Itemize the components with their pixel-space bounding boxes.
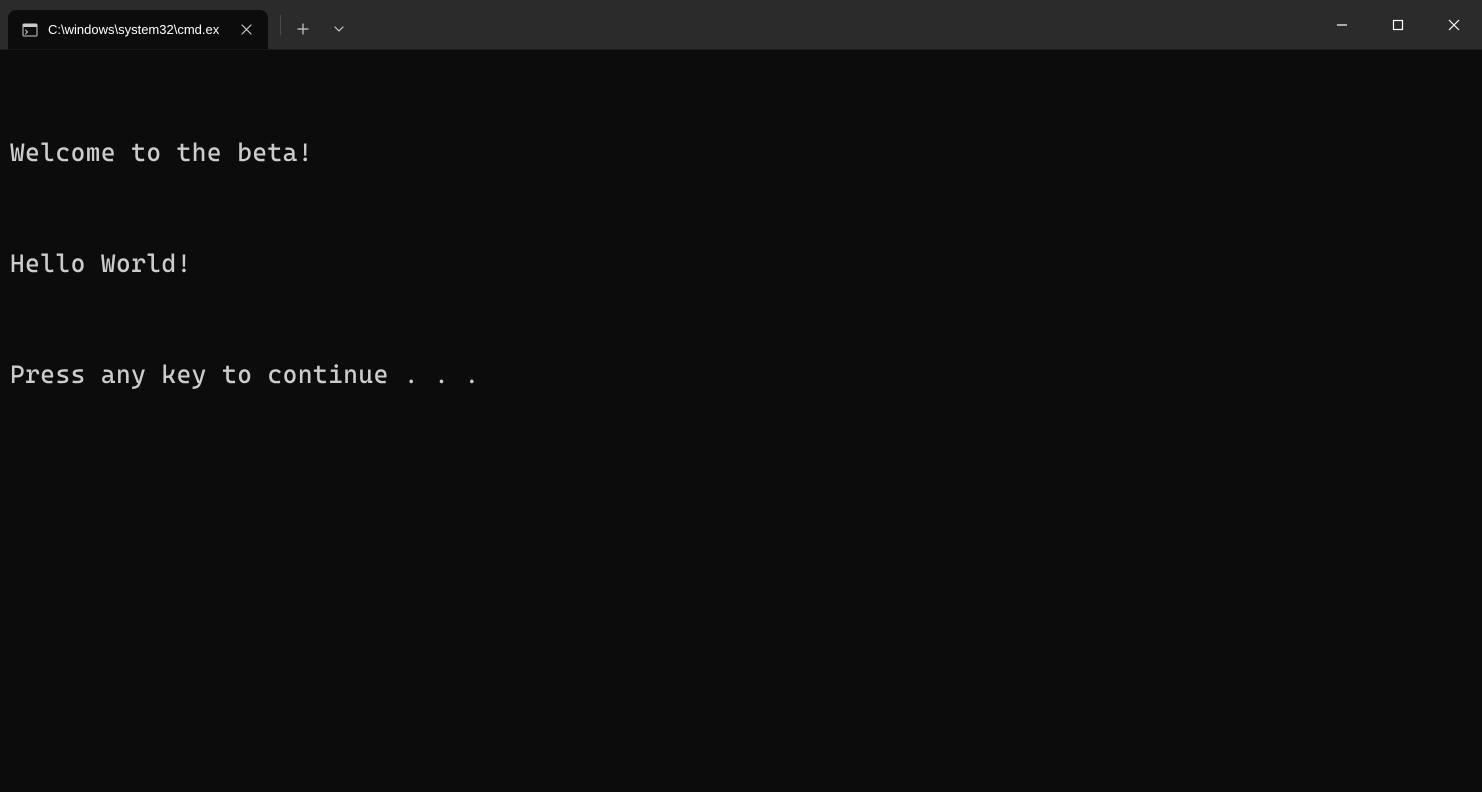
tab-close-button[interactable] [236,20,256,40]
minimize-button[interactable] [1314,5,1370,45]
terminal-line: Press any key to continue . . . [10,356,1472,393]
terminal-icon [22,22,38,38]
divider [280,15,281,35]
tab-dropdown-button[interactable] [321,11,357,47]
terminal-line: Hello World! [10,245,1472,282]
maximize-button[interactable] [1370,5,1426,45]
new-tab-button[interactable] [285,11,321,47]
tab-title: C:\windows\system32\cmd.ex [48,22,226,37]
titlebar: C:\windows\system32\cmd.ex [0,0,1482,50]
terminal-line: Welcome to the beta! [10,134,1472,171]
titlebar-left: C:\windows\system32\cmd.ex [0,0,357,49]
terminal-output[interactable]: Welcome to the beta! Hello World! Press … [0,50,1482,440]
tab-cmd[interactable]: C:\windows\system32\cmd.ex [8,10,268,49]
tab-actions [268,0,357,49]
window-controls [1314,0,1482,49]
close-button[interactable] [1426,5,1482,45]
